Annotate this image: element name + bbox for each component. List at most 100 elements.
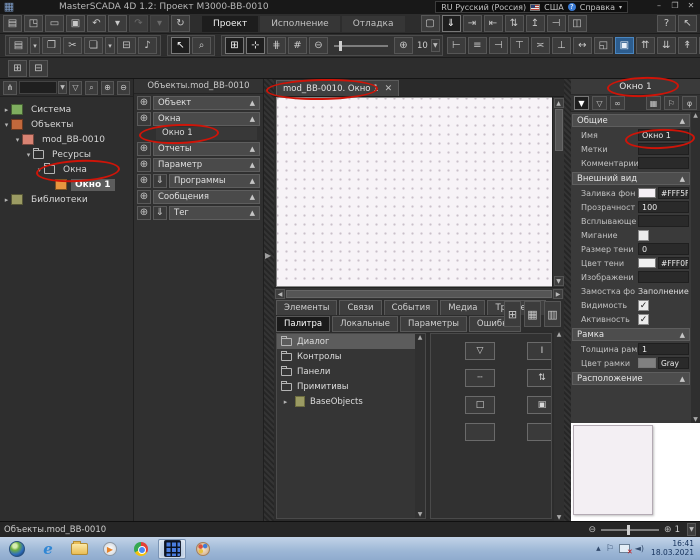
collapse-icon[interactable]: ▲ <box>250 145 255 153</box>
filter-control[interactable]: ▽ <box>465 342 495 360</box>
select-pointer-icon[interactable]: ↖ <box>171 37 190 54</box>
section-header-0[interactable]: Объект▲ <box>153 96 260 110</box>
mode-tab-2[interactable]: Отладка <box>342 16 405 32</box>
palette-view-columns-icon[interactable]: ▥ <box>544 301 561 327</box>
tree-mode-icon[interactable]: ⋔ <box>3 81 17 95</box>
section-header-5[interactable]: Сообщения▲ <box>153 190 260 204</box>
collapse-icon[interactable]: ▲ <box>680 117 685 125</box>
language-options-icon[interactable]: ▾ <box>619 4 622 11</box>
more-icon[interactable]: ▾ <box>105 37 115 54</box>
palette-group[interactable]: Контролы <box>277 349 425 364</box>
duplicate-icon[interactable]: ❏ <box>84 37 103 54</box>
partial-control[interactable] <box>527 423 552 441</box>
scroll-up-icon[interactable]: ▲ <box>554 98 564 108</box>
redo-icon[interactable]: ↷ <box>129 15 148 32</box>
color-swatch[interactable] <box>638 258 656 268</box>
grid-snap-icon[interactable]: ⊹ <box>246 37 265 54</box>
palette-scrollbar[interactable]: ▲ ▼ <box>554 331 564 521</box>
more-icon[interactable]: ▾ <box>150 15 169 32</box>
collapse-icon[interactable]: ▲ <box>250 193 255 201</box>
tray-up-icon[interactable]: ↥ <box>526 15 545 32</box>
mode-tab-1[interactable]: Исполнение <box>260 16 340 32</box>
group-list-scrollbar[interactable]: ▲ ▼ <box>415 334 425 518</box>
script-icon[interactable]: ♪ <box>138 37 157 54</box>
restore-button[interactable]: ❐ <box>668 0 682 12</box>
filter-properties-icon[interactable]: ▼ <box>574 96 589 110</box>
horizontal-scroll-thumb[interactable] <box>286 290 552 298</box>
preview-zoom-dropdown-icon[interactable]: ▼ <box>687 523 696 536</box>
group-view-icon[interactable]: ▦ <box>646 96 661 110</box>
save-icon[interactable]: ▣ <box>66 15 85 32</box>
scroll-up-icon[interactable]: ▲ <box>693 112 698 119</box>
filter-icon[interactable]: ▽ <box>69 81 82 95</box>
list-swap-icon[interactable]: ⇅ <box>505 15 524 32</box>
right-panel-splitter[interactable] <box>564 79 571 521</box>
tree-item[interactable]: ▾Ресурсы <box>0 147 133 162</box>
zoom-out-search-icon[interactable]: ⊖ <box>117 81 130 95</box>
undo-icon[interactable]: ↶ <box>87 15 106 32</box>
pointer-icon[interactable]: ↖ <box>678 15 697 32</box>
align-center-v-icon[interactable]: ≍ <box>531 37 550 54</box>
more-icon[interactable]: ▾ <box>108 15 127 32</box>
property-value-input[interactable]: 0 <box>638 243 689 255</box>
palette-tab-2[interactable]: Параметры <box>400 316 467 332</box>
start-taskbar-button[interactable] <box>3 539 31 559</box>
checkbox[interactable] <box>638 230 649 241</box>
panel-splitter[interactable]: ▶ <box>264 79 274 521</box>
property-value-input[interactable]: 1 <box>638 343 689 355</box>
preview-zoom-out-icon[interactable]: ⊖ <box>588 525 596 535</box>
import-icon[interactable]: ↻ <box>171 15 190 32</box>
align-left-icon[interactable]: ⊢ <box>447 37 466 54</box>
zoom-slider[interactable] <box>334 45 388 47</box>
collapse-icon[interactable]: ▲ <box>680 375 685 383</box>
scroll-left-icon[interactable]: ◀ <box>275 289 285 299</box>
align-bottom-icon[interactable]: ⊥ <box>552 37 571 54</box>
copy-icon[interactable]: ❐ <box>42 37 61 54</box>
add-button[interactable]: ⊕ <box>137 206 151 220</box>
help-icon[interactable]: ? <box>657 15 676 32</box>
document-tab[interactable]: mod_BB-0010. Окно 1 ✕ <box>276 80 399 96</box>
clone-icon[interactable]: ⊟ <box>117 37 136 54</box>
property-section-header[interactable]: Общие▲ <box>572 114 690 127</box>
scroll-up-icon[interactable]: ▲ <box>418 334 423 341</box>
collapse-icon[interactable]: ▲ <box>250 99 255 107</box>
palette-view-grid-icon[interactable]: ⊞ <box>504 301 521 327</box>
collapse-icon[interactable]: ▲ <box>250 177 255 185</box>
grid-lines-icon[interactable]: ⋕ <box>267 37 286 54</box>
property-value-input[interactable] <box>638 215 689 227</box>
add-button[interactable]: ⊕ <box>137 190 151 204</box>
paint-taskbar-button[interactable] <box>189 539 217 559</box>
section-header-4[interactable]: Программы▲ <box>169 174 260 188</box>
palette-group[interactable]: Панели <box>277 364 425 379</box>
add-output-point-icon[interactable]: ⊟ <box>29 60 48 77</box>
grid-bounds-icon[interactable]: # <box>288 37 307 54</box>
media-player-taskbar-button[interactable]: ▶ <box>96 539 124 559</box>
palette-group[interactable]: ▸BaseObjects <box>277 394 425 409</box>
bottom-tab-3[interactable]: Медиа <box>440 300 485 316</box>
filter-edit-icon[interactable]: ▽ <box>592 96 607 110</box>
key-icon[interactable]: φ <box>682 96 697 110</box>
bring-front-icon[interactable]: ⇈ <box>636 37 655 54</box>
section-header-1[interactable]: Окна▲ <box>153 112 260 126</box>
network-icon[interactable] <box>619 544 630 553</box>
property-value-input[interactable]: 100 <box>638 201 689 213</box>
help-label[interactable]: Справка <box>580 3 615 12</box>
minimize-button[interactable]: – <box>652 0 666 12</box>
tray-expand-icon[interactable]: ▴ <box>596 544 601 554</box>
object-item[interactable]: Окно 1 <box>156 127 257 140</box>
property-value-input[interactable]: Окно 1 <box>638 129 689 141</box>
scroll-right-icon[interactable]: ▶ <box>553 289 563 299</box>
group-expander-icon[interactable]: ▸ <box>281 398 290 406</box>
language-bar[interactable]: RU Русский (Россия) США ? Справка ▾ <box>435 1 628 13</box>
checkbox[interactable]: ✓ <box>638 314 649 325</box>
text-input-control[interactable]: I <box>527 342 552 360</box>
tree-expander-icon[interactable]: ▾ <box>24 151 33 159</box>
zoom-lens-icon[interactable]: ⌕ <box>192 37 211 54</box>
binding-icon[interactable]: ∞ <box>610 96 625 110</box>
palette-group[interactable]: Диалог <box>277 334 425 349</box>
tree-search-input[interactable] <box>19 81 57 94</box>
selection-frame-icon[interactable]: ▢ <box>421 15 440 32</box>
import-button[interactable]: ⇓ <box>153 174 167 188</box>
list-in-icon[interactable]: ⇥ <box>463 15 482 32</box>
import-button[interactable]: ⇓ <box>153 206 167 220</box>
